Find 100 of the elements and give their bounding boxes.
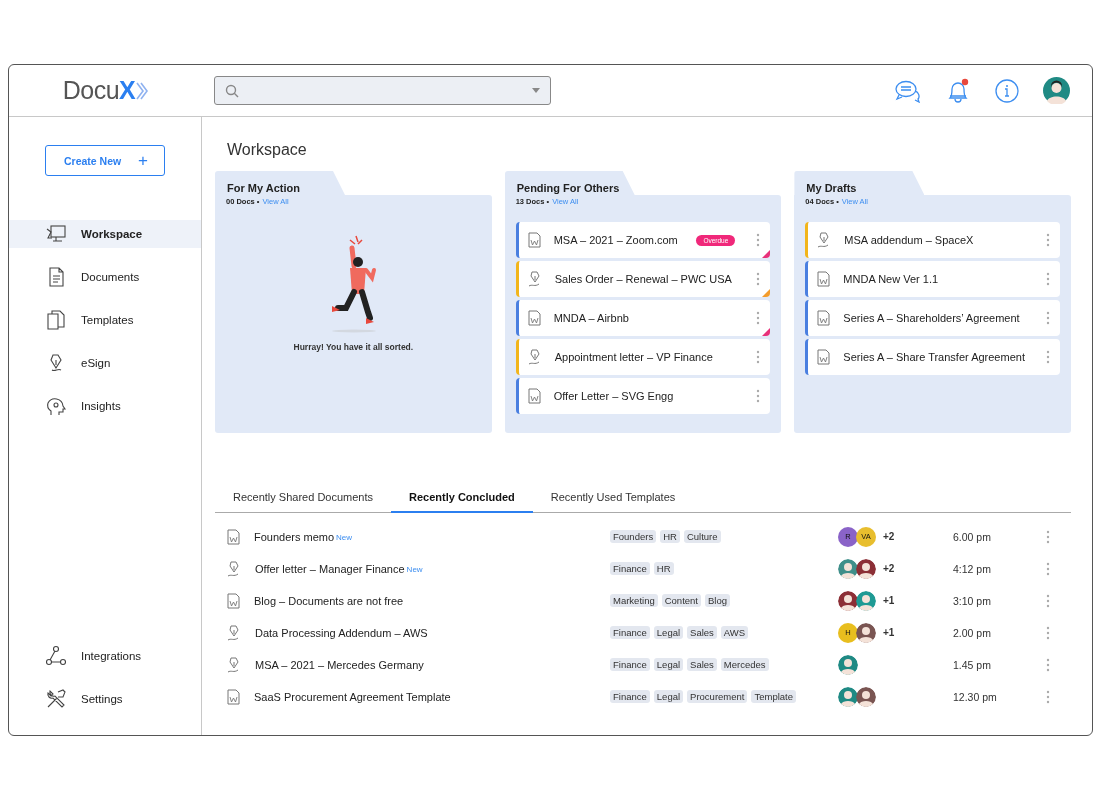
more-icon[interactable] — [1046, 561, 1050, 576]
tag: Sales — [687, 658, 717, 671]
sidebar-item[interactable]: Documents — [9, 263, 201, 291]
page-title: Workspace — [227, 141, 308, 160]
more-icon[interactable] — [1046, 233, 1050, 247]
more-icon[interactable] — [756, 272, 761, 286]
info-icon[interactable] — [995, 78, 1019, 103]
more-count: +1 — [883, 595, 895, 606]
document-name: Appointment letter – VP Finance — [554, 351, 713, 363]
document-name: Series A – Shareholders’ Agreement — [843, 312, 1020, 324]
tag: Culture — [683, 530, 721, 543]
chat-icon[interactable] — [895, 78, 921, 103]
time-cell-text: 1.45 pm — [953, 658, 992, 671]
document-name: Sales Order – Renewal – PWC USA — [554, 273, 732, 285]
user-avatar — [838, 654, 858, 675]
tag: Finance — [610, 658, 650, 671]
tag: Template — [751, 690, 796, 703]
document-name[interactable]: Offer letter – Manager Finance — [255, 562, 405, 575]
tab[interactable]: Recently Shared Documents — [215, 491, 391, 513]
more-icon[interactable] — [1046, 625, 1050, 640]
user-avatar[interactable] — [1043, 77, 1070, 104]
empty-message: Hurray! You have it all sorted. — [293, 342, 414, 352]
tag: Finance — [610, 562, 650, 575]
tag: Mercedes — [720, 658, 769, 671]
monitor-icon — [45, 223, 67, 245]
more-icon[interactable] — [1046, 689, 1050, 704]
sidebar-item[interactable]: Insights — [9, 392, 201, 420]
document-name: Offer Letter – SVG Engg — [553, 390, 674, 402]
logo: DocuX — [62, 76, 136, 105]
document-name[interactable]: Blog – Documents are not free — [254, 594, 404, 607]
tools-icon — [45, 688, 67, 710]
document-card[interactable]: Series A – Shareholders’ Agreement — [805, 300, 1060, 336]
document-card[interactable]: Appointment letter – VP Finance — [515, 339, 771, 375]
document-name[interactable]: Founders memo — [254, 530, 335, 543]
more-icon[interactable] — [1046, 350, 1050, 364]
more-icon[interactable] — [756, 311, 761, 325]
caret-icon — [532, 88, 540, 93]
tag: Blog — [705, 594, 730, 607]
document-name: MNDA – Airbnb — [553, 312, 629, 324]
time-cell-text: 3:10 pm — [953, 594, 992, 607]
document-card[interactable]: Sales Order – Renewal – PWC USA — [515, 261, 771, 297]
document-icon — [227, 592, 240, 609]
document-name[interactable]: MSA – 2021 – Mercedes Germany — [255, 658, 424, 671]
more-icon[interactable] — [1046, 593, 1050, 608]
tag: Finance — [610, 626, 650, 639]
folder-title: My Drafts — [806, 182, 857, 194]
more-icon[interactable] — [1046, 311, 1050, 325]
tag: Founders — [610, 530, 657, 543]
create-new-button[interactable]: Create New + — [45, 145, 165, 176]
document-card[interactable]: MNDA New Ver 1.1 — [805, 261, 1060, 297]
tag: Sales — [687, 626, 717, 639]
more-icon[interactable] — [756, 389, 761, 403]
document-icon — [817, 349, 831, 365]
time-cell-text: 6.00 pm — [953, 530, 992, 543]
tab[interactable]: Recently Used Templates — [532, 491, 694, 513]
more-icon[interactable] — [1046, 529, 1050, 544]
tag: Legal — [653, 626, 684, 639]
time-cell-text: 2.00 pm — [953, 626, 992, 639]
tag: AWS — [720, 626, 749, 639]
more-icon[interactable] — [1046, 657, 1050, 672]
tag: HR — [653, 562, 674, 575]
more-count: +2 — [883, 531, 895, 542]
document-name: MSA addendum – SpaceX — [844, 234, 974, 246]
more-icon[interactable] — [756, 233, 761, 247]
folder-title: Pending For Others — [516, 182, 620, 194]
search-field[interactable] — [214, 76, 551, 105]
document-card[interactable]: MSA addendum – SpaceX — [805, 222, 1060, 258]
document-name: Series A – Share Transfer Agreement — [843, 351, 1025, 363]
tag: Procurement — [687, 690, 748, 703]
corner-flag — [762, 250, 771, 258]
time-cell-text: 4:12 pm — [953, 562, 992, 575]
document-card[interactable]: MNDA – Airbnb — [515, 300, 771, 336]
document-icon — [227, 528, 240, 545]
more-icon[interactable] — [1046, 272, 1050, 286]
tag: Finance — [610, 690, 650, 703]
sidebar-item[interactable]: Settings — [9, 685, 201, 713]
sidebar-item[interactable]: Workspace — [9, 220, 201, 248]
sidebar-item[interactable]: Templates — [9, 306, 201, 334]
new-label: New — [336, 532, 353, 542]
document-name: MSA – 2021 – Zoom.com — [553, 234, 678, 246]
new-label: New — [406, 564, 423, 574]
sidebar-item[interactable]: eSign — [9, 349, 201, 377]
document-card[interactable]: Series A – Share Transfer Agreement — [805, 339, 1060, 375]
tag: HR — [660, 530, 680, 543]
time-cell-text: 12.30 pm — [953, 690, 998, 703]
user-avatar — [856, 686, 876, 707]
document-name[interactable]: SaaS Procurement Agreement Template — [254, 690, 451, 703]
sidebar-item[interactable]: Integrations — [9, 642, 201, 670]
document-icon — [527, 388, 541, 404]
tag: Content — [661, 594, 701, 607]
user-avatar — [838, 686, 858, 707]
tab[interactable]: Recently Concluded — [391, 491, 533, 513]
document-icon — [817, 271, 831, 287]
pages-icon — [45, 309, 67, 331]
user-avatar — [838, 590, 858, 611]
document-icon — [527, 232, 541, 248]
document-name[interactable]: Data Processing Addendum – AWS — [255, 626, 428, 639]
more-icon[interactable] — [756, 350, 761, 364]
document-icon — [527, 310, 541, 326]
document-card[interactable]: Offer Letter – SVG Engg — [515, 378, 771, 414]
